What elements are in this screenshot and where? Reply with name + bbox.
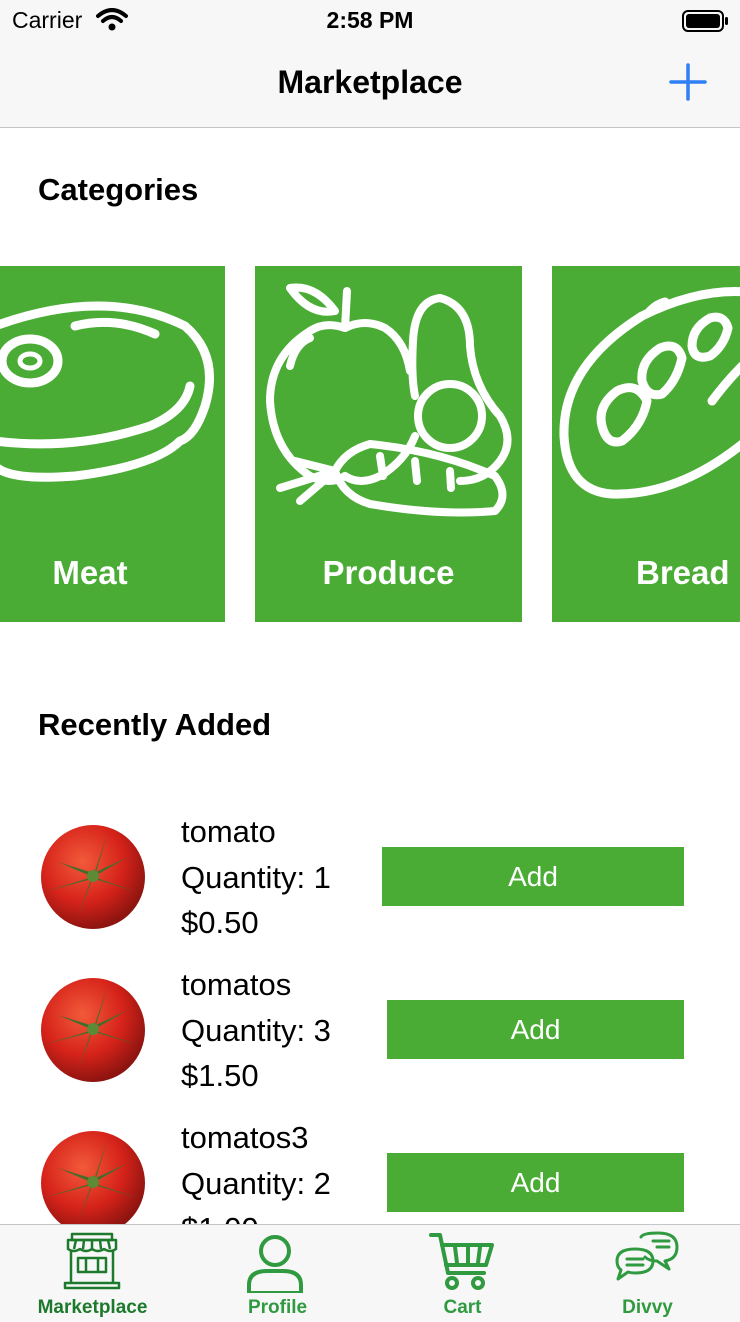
tomato-image (38, 975, 148, 1085)
category-label: Bread (636, 554, 730, 591)
item-name: tomato (181, 814, 276, 849)
item-details: tomato Quantity: 1 $0.50 (181, 809, 331, 946)
person-icon (247, 1235, 303, 1293)
status-bar: Carrier 2:58 PM (0, 0, 740, 44)
list-item: tomatos Quantity: 3 $1.50 Add (0, 961, 740, 1113)
tomato-image (38, 822, 148, 932)
category-label: Produce (322, 554, 455, 591)
page-title: Marketplace (277, 64, 463, 100)
tab-label: Divvy (622, 1297, 673, 1318)
list-item: tomato Quantity: 1 $0.50 Add (0, 808, 740, 960)
tab-divvy[interactable]: Divvy (555, 1225, 740, 1322)
item-price: $1.00 (181, 1206, 331, 1224)
tab-marketplace[interactable]: Marketplace (0, 1225, 185, 1322)
plus-icon (669, 63, 707, 101)
category-card-meat[interactable]: Meat (0, 266, 225, 622)
item-price: $0.50 (181, 905, 259, 940)
add-to-cart-button[interactable]: Add (382, 847, 684, 906)
item-quantity: Quantity: 1 (181, 859, 331, 895)
categories-heading: Categories (38, 172, 199, 207)
category-label: Meat (52, 554, 128, 591)
item-details: tomatos3 Quantity: 2 $1.00 (181, 1115, 331, 1224)
item-quantity: Quantity: 3 (181, 1012, 331, 1048)
item-price: $1.50 (181, 1058, 259, 1093)
navigation-bar: Marketplace (0, 44, 740, 128)
list-item: tomatos3 Quantity: 2 $1.00 Add (0, 1114, 740, 1224)
add-listing-button[interactable] (668, 62, 708, 102)
item-name: tomatos (181, 967, 292, 1002)
marketplace-screen: Carrier 2:58 PM Marketplace Categories M… (0, 0, 740, 1322)
item-details: tomatos Quantity: 3 $1.50 (181, 962, 331, 1099)
battery-icon (682, 9, 730, 38)
add-to-cart-button[interactable]: Add (387, 1153, 684, 1212)
recently-added-heading: Recently Added (38, 707, 272, 742)
chat-bubbles-icon (615, 1231, 679, 1281)
item-name: tomatos3 (181, 1120, 309, 1155)
add-to-cart-button[interactable]: Add (387, 1000, 684, 1059)
tab-bar: Marketplace Profile Cart Divvy (0, 1224, 740, 1322)
category-card-produce[interactable]: Produce (255, 266, 522, 622)
tab-label: Cart (443, 1297, 482, 1318)
tab-label: Profile (247, 1297, 308, 1318)
tab-cart[interactable]: Cart (370, 1225, 555, 1322)
status-time: 2:58 PM (326, 7, 414, 33)
cart-icon (429, 1233, 494, 1290)
tomato-image (38, 1128, 148, 1224)
tab-label: Marketplace (37, 1297, 148, 1318)
category-card-bread[interactable]: Bread (552, 266, 740, 622)
item-quantity: Quantity: 2 (181, 1165, 331, 1201)
storefront-icon (63, 1232, 121, 1290)
tab-profile[interactable]: Profile (185, 1225, 370, 1322)
